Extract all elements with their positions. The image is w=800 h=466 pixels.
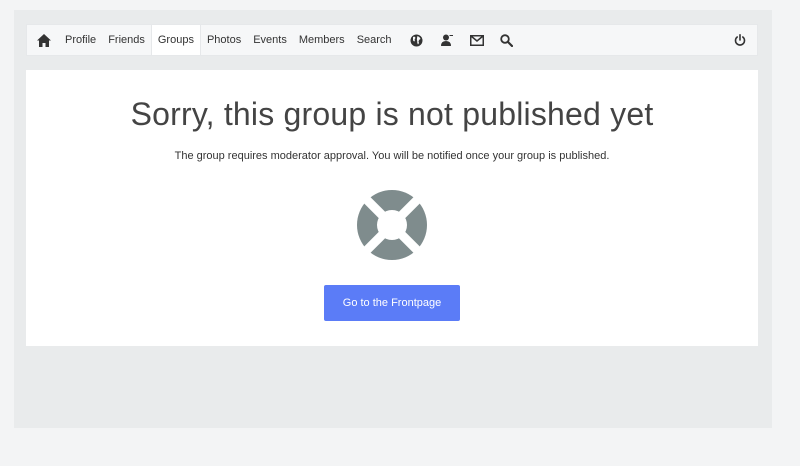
nav-item-photos[interactable]: Photos <box>201 25 247 55</box>
nav-item-friends[interactable]: Friends <box>102 25 151 55</box>
go-to-frontpage-button[interactable]: Go to the Frontpage <box>324 285 460 321</box>
power-icon[interactable] <box>723 25 757 55</box>
page-title: Sorry, this group is not published yet <box>130 96 654 132</box>
nav-item-search[interactable]: Search <box>351 25 398 55</box>
nav-item-profile[interactable]: Profile <box>59 25 102 55</box>
nav-item-members[interactable]: Members <box>293 25 351 55</box>
friend-request-icon[interactable] <box>432 25 462 55</box>
lifebuoy-icon <box>356 189 428 261</box>
toolbar-navbar: Profile Friends Groups Photos Events Mem… <box>26 24 758 56</box>
nav-item-events[interactable]: Events <box>247 25 293 55</box>
message-body: The group requires moderator approval. Y… <box>174 150 610 162</box>
mail-icon[interactable] <box>462 25 492 55</box>
search-icon[interactable] <box>492 25 522 55</box>
nav-item-groups[interactable]: Groups <box>150 25 201 55</box>
home-icon[interactable] <box>29 25 59 55</box>
globe-icon[interactable] <box>402 25 432 55</box>
